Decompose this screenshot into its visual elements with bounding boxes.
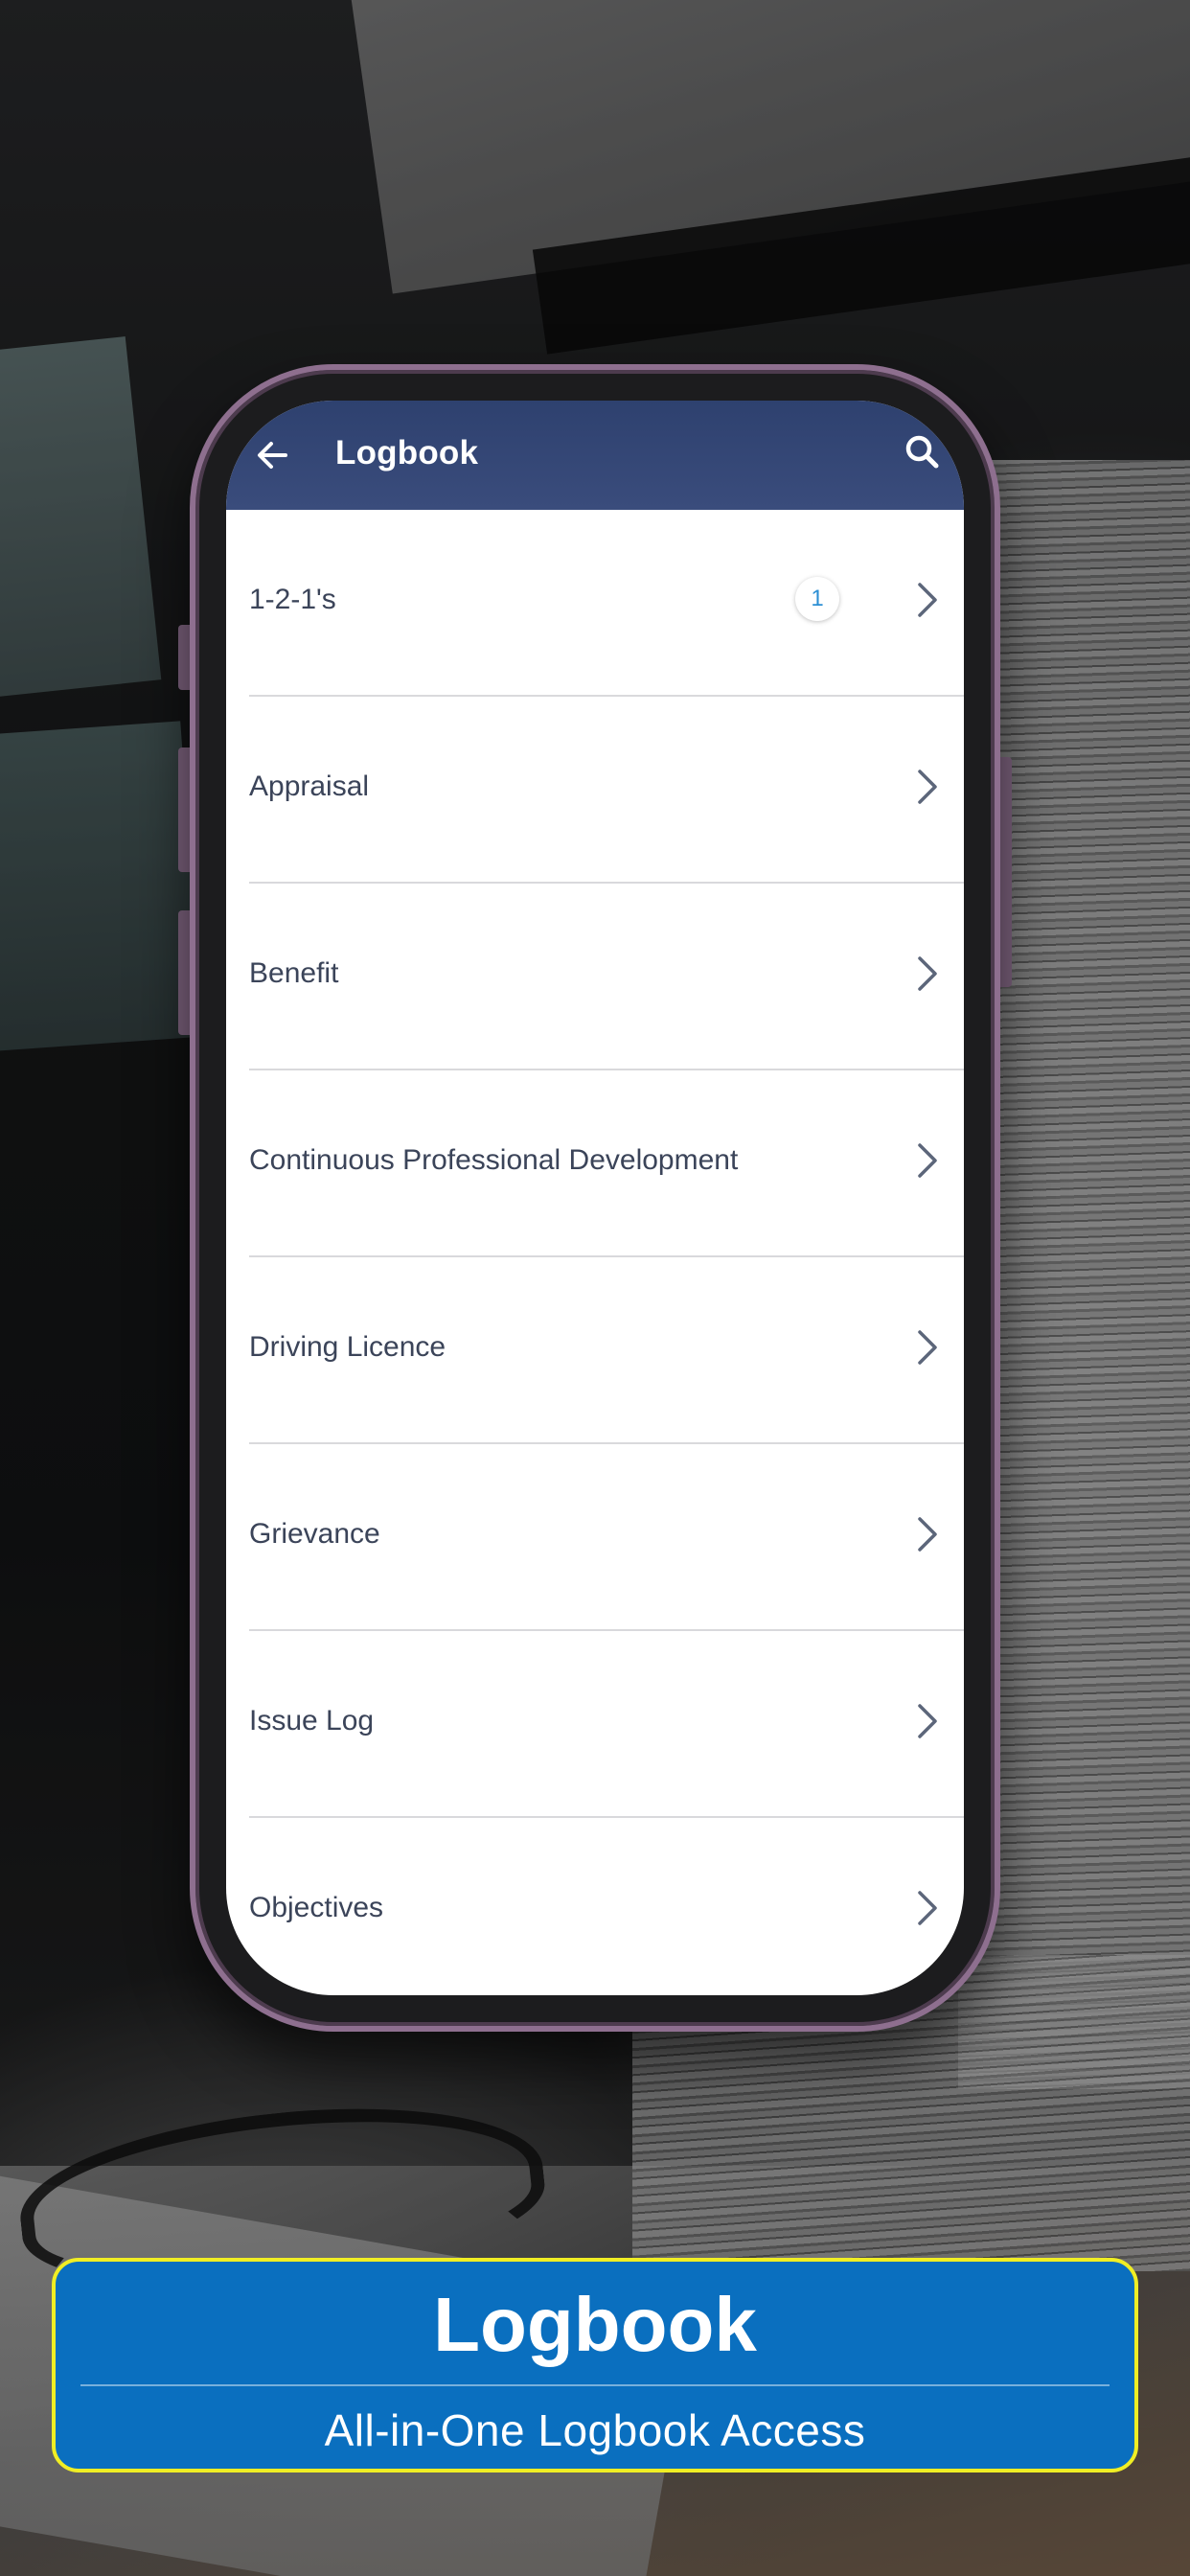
search-button[interactable] xyxy=(891,422,954,485)
list-item-label: Objectives xyxy=(249,1892,384,1923)
chevron-right-icon xyxy=(918,770,937,804)
search-icon xyxy=(905,435,939,469)
phone-volume-down-button xyxy=(178,910,190,1035)
banner-title: Logbook xyxy=(433,2282,757,2367)
chevron-right-icon xyxy=(918,1330,937,1365)
list-item-label: Continuous Professional Development xyxy=(249,1144,739,1176)
caption-banner: Logbook All-in-One Logbook Access xyxy=(52,2258,1138,2472)
chevron-right-icon xyxy=(918,956,937,991)
phone-side-button xyxy=(178,625,190,690)
list-item-appraisal[interactable]: Appraisal xyxy=(226,697,964,884)
list-item-driving-licence[interactable]: Driving Licence xyxy=(226,1257,964,1444)
list-item-label: Driving Licence xyxy=(249,1331,446,1363)
banner-subtitle: All-in-One Logbook Access xyxy=(324,2405,866,2455)
page-title: Logbook xyxy=(335,434,479,472)
chevron-right-icon xyxy=(918,1891,937,1925)
list-item-cpd[interactable]: Continuous Professional Development xyxy=(226,1070,964,1257)
list-item-benefit[interactable]: Benefit xyxy=(226,884,964,1070)
chevron-right-icon xyxy=(918,1704,937,1738)
app-bar: Logbook xyxy=(226,401,964,510)
list-item-issue-log[interactable]: Issue Log xyxy=(226,1631,964,1818)
chevron-right-icon xyxy=(918,583,937,617)
list-item-label: Grievance xyxy=(249,1518,380,1550)
list-item-label: Issue Log xyxy=(249,1705,375,1736)
list-item-label: Appraisal xyxy=(249,770,370,802)
chevron-right-icon xyxy=(918,1143,937,1178)
list-item-label: 1-2-1's xyxy=(249,584,336,615)
arrow-left-icon xyxy=(258,442,287,469)
list-item-objectives[interactable]: Objectives xyxy=(226,1818,964,1995)
back-button[interactable] xyxy=(241,424,305,487)
banner-divider xyxy=(80,2384,1110,2386)
phone-volume-up-button xyxy=(178,748,190,872)
chevron-right-icon xyxy=(918,1517,937,1552)
logbook-list: 1-2-1's 1 Appraisal Benefit Continuous P… xyxy=(226,510,964,1995)
list-item-1-2-1s[interactable]: 1-2-1's 1 xyxy=(226,510,964,697)
phone-screen: Logbook 1-2-1's 1 Appraisal Benefit Cont… xyxy=(226,401,964,1995)
phone-power-button xyxy=(1000,757,1012,987)
list-item-label: Benefit xyxy=(249,957,339,989)
count-badge: 1 xyxy=(795,577,839,621)
list-item-grievance[interactable]: Grievance xyxy=(226,1444,964,1631)
